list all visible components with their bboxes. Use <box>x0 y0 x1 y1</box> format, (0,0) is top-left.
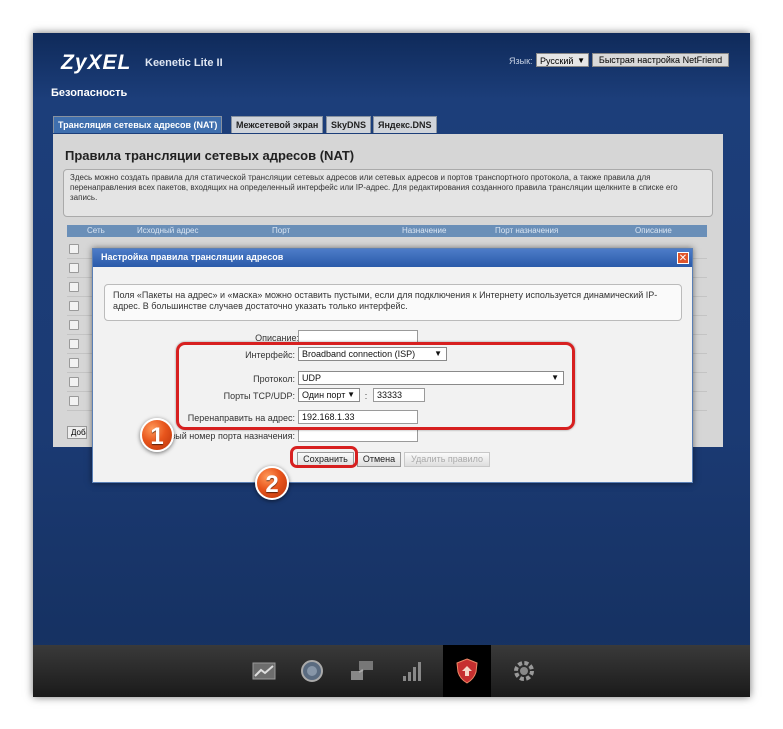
globe-icon[interactable] <box>296 655 328 687</box>
column-header: Порт назначения <box>495 226 559 235</box>
dest-port-input[interactable] <box>298 428 418 442</box>
tab-nat[interactable]: Трансляция сетевых адресов (NAT) <box>53 116 223 133</box>
dialog-titlebar: Настройка правила трансляции адресов ✕ <box>93 249 692 267</box>
save-highlight <box>290 446 358 468</box>
tab-yandex-dns[interactable]: Яндекс.DNS <box>373 116 437 133</box>
panel-title: Правила трансляции сетевых адресов (NAT) <box>65 148 355 163</box>
delete-rule-button[interactable]: Удалить правило <box>404 452 490 467</box>
row-checkbox[interactable] <box>69 320 79 330</box>
model-name: Keenetic Lite II <box>145 57 223 69</box>
row-checkbox[interactable] <box>69 339 79 349</box>
add-rule-button[interactable]: Доба <box>67 426 87 439</box>
cancel-button[interactable]: Отмена <box>357 452 401 467</box>
row-checkbox[interactable] <box>69 282 79 292</box>
column-header: Порт <box>272 226 291 235</box>
bottom-dock <box>33 645 750 697</box>
zyxel-logo: ZyXEL <box>61 51 132 74</box>
column-header: Сеть <box>87 226 105 235</box>
step-badge-1: 1 <box>140 418 174 452</box>
row-checkbox[interactable] <box>69 244 79 254</box>
language-value: Русский <box>540 56 574 66</box>
chart-icon[interactable] <box>248 655 280 687</box>
network-icon[interactable] <box>346 655 378 687</box>
dialog-info-text: Поля «Пакеты на адрес» и «маска» можно о… <box>104 284 682 321</box>
quick-setup-button[interactable]: Быстрая настройка NetFriend <box>592 53 729 67</box>
dialog-title: Настройка правила трансляции адресов <box>101 252 284 262</box>
fields-highlight <box>176 342 575 430</box>
page-title: Безопасность <box>51 87 128 99</box>
column-header: Назначение <box>402 226 447 235</box>
column-header: Описание <box>635 226 672 235</box>
row-checkbox[interactable] <box>69 377 79 387</box>
language-select[interactable]: Русский ▼ <box>536 53 589 67</box>
language-label: Язык: <box>509 56 533 66</box>
close-icon[interactable]: ✕ <box>677 252 689 264</box>
signal-icon[interactable] <box>397 655 429 687</box>
gear-icon[interactable] <box>508 655 540 687</box>
table-header: Сеть Исходный адрес Порт Назначение Порт… <box>67 225 707 237</box>
row-checkbox[interactable] <box>69 301 79 311</box>
row-checkbox[interactable] <box>69 396 79 406</box>
column-header: Исходный адрес <box>137 226 199 235</box>
chevron-down-icon: ▼ <box>577 56 585 65</box>
panel-description: Здесь можно создать правила для статичес… <box>63 169 713 217</box>
row-checkbox[interactable] <box>69 263 79 273</box>
tab-firewall[interactable]: Межсетевой экран <box>231 116 324 133</box>
row-checkbox[interactable] <box>69 358 79 368</box>
step-badge-2: 2 <box>255 466 289 500</box>
shield-icon[interactable] <box>443 645 491 697</box>
tab-skydns[interactable]: SkyDNS <box>326 116 372 133</box>
